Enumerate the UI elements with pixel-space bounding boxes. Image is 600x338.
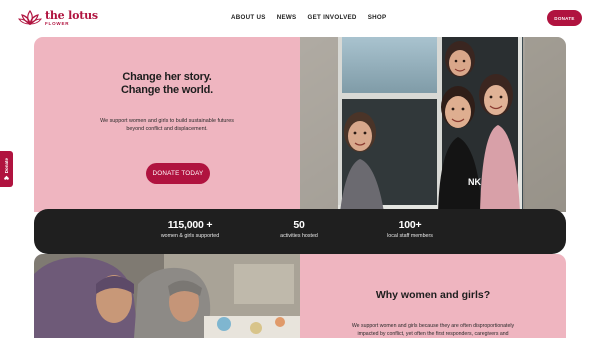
stat-value: 100+ — [398, 219, 422, 231]
hero-title-line2: Change the world. — [121, 84, 213, 96]
hero-title: Change her story. Change the world. — [34, 71, 300, 97]
stat-label: local staff members — [387, 233, 433, 239]
logo-subtitle: FLOWER — [45, 20, 70, 26]
why-title: Why women and girls? — [375, 289, 491, 301]
nav-news[interactable]: NEWS — [277, 14, 297, 21]
nav-about-us[interactable]: ABOUT US — [231, 14, 266, 21]
side-donate-label: Donate — [4, 157, 9, 174]
header-donate-button[interactable]: DONATE — [547, 10, 582, 26]
stat-local-staff: 100+ local staff members — [372, 219, 448, 239]
svg-text:NK: NK — [468, 177, 481, 187]
side-donate-tab[interactable]: Donate — [0, 151, 13, 187]
stat-activities-hosted: 50 activities hosted — [264, 219, 334, 239]
site-header: the lotus FLOWER ABOUT US NEWS GET INVOL… — [0, 0, 600, 36]
hero-title-line1: Change her story. — [122, 71, 212, 83]
main-nav: ABOUT US NEWS GET INVOLVED SHOP — [231, 14, 397, 21]
stat-value: 50 — [293, 219, 305, 231]
stat-label: activities hosted — [280, 233, 318, 239]
lotus-flower-icon — [18, 9, 42, 26]
donate-today-button[interactable]: DONATE TODAY — [146, 163, 210, 184]
hero-description: We support women and girls to build sust… — [100, 118, 234, 132]
stat-value: 115,000 + — [167, 219, 213, 231]
nav-get-involved[interactable]: GET INVOLVED — [307, 14, 356, 21]
stat-women-supported: 115,000 + women & girls supported — [152, 219, 228, 239]
logo-title: the lotus — [45, 8, 98, 22]
stat-label: women & girls supported — [160, 233, 220, 239]
logo[interactable]: the lotus FLOWER — [18, 9, 98, 27]
heart-icon — [4, 175, 9, 180]
women-working-image — [34, 254, 300, 338]
why-section: Why women and girls? We support women an… — [300, 254, 566, 338]
hero-image: NK — [300, 37, 566, 212]
why-description: We support women and girls because they … — [351, 323, 515, 337]
hero-panel: Change her story. Change the world. We s… — [34, 37, 300, 212]
stats-bar: 115,000 + women & girls supported 50 act… — [34, 209, 566, 254]
nav-shop[interactable]: SHOP — [368, 14, 387, 21]
